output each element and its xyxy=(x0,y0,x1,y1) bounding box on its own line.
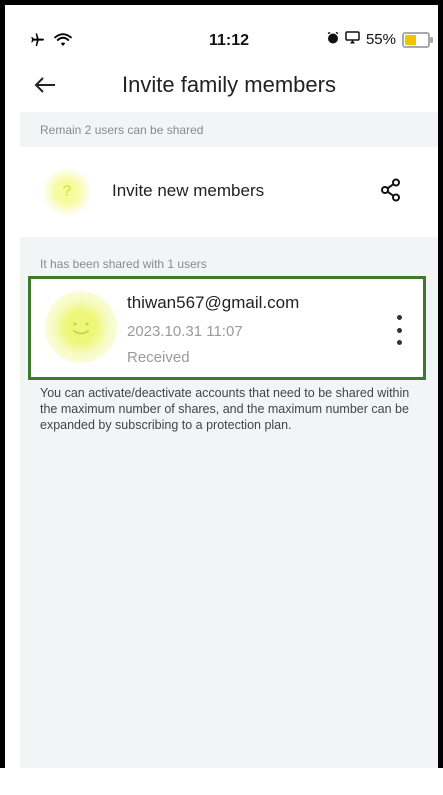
remain-users-label: Remain 2 users can be shared xyxy=(40,123,204,137)
frame-border-left xyxy=(0,0,5,795)
battery-tip xyxy=(430,36,433,43)
invite-new-members-row[interactable]: ? Invite new members xyxy=(20,147,438,237)
more-dot xyxy=(396,327,402,333)
shared-member-card[interactable]: thiwan567@gmail.com 2023.10.31 11:07 Rec… xyxy=(28,276,426,380)
member-shared-date: 2023.10.31 11:07 xyxy=(127,323,243,340)
alarm-icon xyxy=(327,31,339,48)
frame-border-right xyxy=(438,0,443,795)
more-options-button[interactable] xyxy=(389,315,409,345)
battery-fill xyxy=(405,34,416,45)
screen-mirror-icon xyxy=(345,31,360,48)
question-glyph: ? xyxy=(62,183,72,200)
battery-icon xyxy=(402,31,433,48)
member-status: Received xyxy=(127,349,190,366)
shared-users-label: It has been shared with 1 users xyxy=(40,257,207,271)
page-header: Invite family members xyxy=(20,60,438,112)
question-avatar-icon: ? xyxy=(44,169,90,215)
more-dot xyxy=(396,340,402,345)
status-bar: 11:12 55% xyxy=(20,20,438,60)
smiley-avatar-icon xyxy=(45,291,117,363)
share-button[interactable] xyxy=(376,177,406,207)
more-vertical-icon xyxy=(396,315,402,320)
frame-border-top xyxy=(0,0,443,5)
battery-percent: 55% xyxy=(365,31,396,48)
page-title: Invite family members xyxy=(122,72,336,97)
sharing-info-text: You can activate/deactivate accounts tha… xyxy=(40,386,410,432)
member-email: thiwan567@gmail.com xyxy=(127,293,300,312)
share-icon xyxy=(380,178,402,207)
invite-new-members-label: Invite new members xyxy=(112,181,265,200)
phone-screen: 11:12 55% Invite family members Remain 2… xyxy=(20,20,438,775)
app-frame: 11:12 55% Invite family members Remain 2… xyxy=(0,0,443,795)
smiley-face-icon xyxy=(73,322,89,335)
bottom-margin xyxy=(0,768,443,795)
status-right-icons: 55% xyxy=(327,31,433,48)
